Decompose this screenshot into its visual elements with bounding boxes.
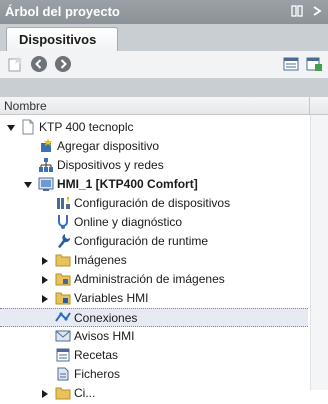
tree-item-label: Configuración de runtime bbox=[74, 234, 209, 248]
forward-icon[interactable] bbox=[54, 55, 72, 73]
tree-item-images[interactable]: Imágenes bbox=[0, 251, 308, 270]
expanded-arrow-icon[interactable] bbox=[23, 179, 33, 189]
folder-icon bbox=[55, 271, 71, 287]
tree-item-device-config[interactable]: Configuración de dispositivos bbox=[0, 194, 308, 213]
folder-icon bbox=[55, 290, 71, 306]
tree-item-connections[interactable]: Conexiones bbox=[0, 308, 308, 327]
wrench-icon bbox=[55, 233, 71, 249]
tab-dispositivos[interactable]: Dispositivos bbox=[6, 27, 118, 51]
tree-item-project[interactable]: KTP 400 tecnoplc bbox=[0, 118, 308, 137]
tree-item-label: Configuración de dispositivos bbox=[74, 196, 231, 210]
hmi-device-icon bbox=[38, 176, 54, 192]
collapse-panel-icon[interactable] bbox=[310, 4, 324, 21]
tree-item-label: Ficheros bbox=[74, 367, 121, 381]
tree-item-files[interactable]: Ficheros bbox=[0, 365, 308, 384]
column-divider[interactable] bbox=[309, 97, 310, 115]
collapsed-arrow-icon[interactable] bbox=[40, 274, 50, 284]
recipes-icon bbox=[55, 347, 71, 363]
tree-item-hmi-variables[interactable]: Variables HMI bbox=[0, 289, 308, 308]
panel-titlebar: Árbol del proyecto bbox=[0, 0, 328, 24]
connections-icon bbox=[55, 310, 71, 326]
toolbar bbox=[0, 51, 328, 78]
folder-icon bbox=[55, 252, 71, 268]
add-device-icon bbox=[38, 138, 54, 154]
toolbar-separator bbox=[0, 78, 328, 97]
tree-item-hmi-alarms[interactable]: Avisos HMI bbox=[0, 327, 308, 346]
device-config-icon bbox=[55, 195, 71, 211]
details-view-icon[interactable] bbox=[305, 55, 323, 73]
tree-item-hmi[interactable]: HMI_1 [KTP400 Comfort] bbox=[0, 175, 308, 194]
column-header-name: Nombre bbox=[4, 99, 47, 113]
folder-icon bbox=[55, 385, 71, 401]
tree-item-label: KTP 400 tecnoplc bbox=[39, 120, 134, 134]
tree-item-image-admin[interactable]: Administración de imágenes bbox=[0, 270, 308, 289]
tree-item-devices-networks[interactable]: Dispositivos y redes bbox=[0, 156, 308, 175]
diagnostics-icon bbox=[55, 214, 71, 230]
tree-item-runtime-config[interactable]: Configuración de runtime bbox=[0, 232, 308, 251]
expanded-arrow-icon[interactable] bbox=[6, 122, 16, 132]
tree-item-label: Imágenes bbox=[74, 253, 127, 267]
tree-item-label: Ci... bbox=[74, 386, 96, 400]
tree-item-label: Agregar dispositivo bbox=[57, 139, 160, 153]
tree-item-add-device[interactable]: Agregar dispositivo bbox=[0, 137, 308, 156]
tree-item-label: Avisos HMI bbox=[74, 329, 135, 343]
files-icon bbox=[55, 366, 71, 382]
project-icon bbox=[20, 119, 36, 135]
tree-item-recipes[interactable]: Recetas bbox=[0, 346, 308, 365]
network-icon bbox=[38, 157, 54, 173]
panel-title: Árbol del proyecto bbox=[5, 4, 120, 19]
tab-strip: Dispositivos bbox=[0, 24, 328, 51]
back-icon[interactable] bbox=[30, 55, 48, 73]
collapsed-arrow-icon[interactable] bbox=[40, 293, 50, 303]
new-item-icon[interactable] bbox=[6, 55, 24, 73]
pin-icon[interactable] bbox=[290, 4, 304, 21]
tree-item-label: Variables HMI bbox=[74, 291, 149, 305]
collapsed-arrow-icon[interactable] bbox=[40, 255, 50, 265]
list-view-icon[interactable] bbox=[282, 55, 300, 73]
tree-item-label: HMI_1 [KTP400 Comfort] bbox=[57, 177, 198, 191]
alarm-envelope-icon bbox=[55, 328, 71, 344]
column-header[interactable]: Nombre bbox=[0, 97, 328, 115]
tree-item-label: Dispositivos y redes bbox=[57, 158, 164, 172]
tree-item-label: Administración de imágenes bbox=[74, 272, 225, 286]
tree-item-label: Online y diagnóstico bbox=[74, 215, 183, 229]
vertical-scrollbar[interactable] bbox=[310, 115, 328, 390]
tree-item-partial[interactable]: Ci... bbox=[0, 384, 308, 403]
tab-label: Dispositivos bbox=[19, 32, 97, 47]
tree-item-label: Conexiones bbox=[74, 311, 138, 325]
tree-item-label: Recetas bbox=[74, 348, 119, 362]
tree-item-online-diag[interactable]: Online y diagnóstico bbox=[0, 213, 308, 232]
